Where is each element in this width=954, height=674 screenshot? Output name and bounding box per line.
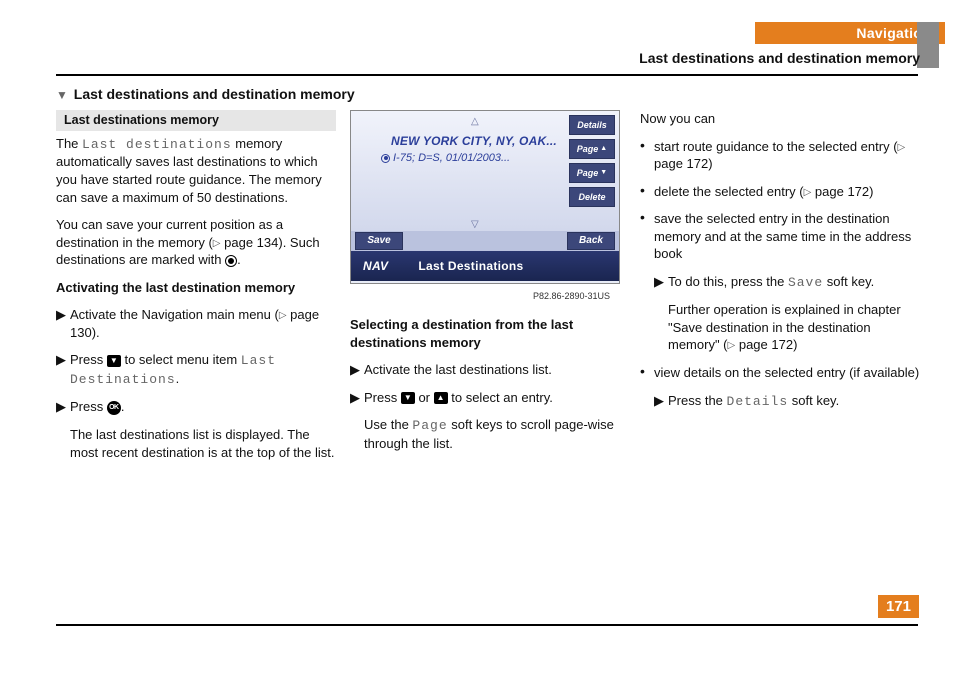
step-bullet-icon: ▶ <box>654 392 668 411</box>
page-ref-icon: ▷ <box>213 238 221 249</box>
section-title-text: Last destinations and destination memory <box>74 86 355 102</box>
figure-list-entry: I-75; D=S, 01/01/2003... <box>381 151 510 166</box>
step: ▶ Press OK. <box>56 398 336 416</box>
footer-rule <box>56 624 918 626</box>
figure-list-entry: NEW YORK CITY, NY, OAK... <box>391 133 557 149</box>
step: ▶ Press ▼ or ▲ to select an entry. <box>350 389 630 407</box>
bullet-icon: • <box>640 183 654 201</box>
step-bullet-icon: ▶ <box>56 351 70 388</box>
softkey-column: Details Page▲ Page▼ Delete <box>569 115 615 207</box>
step: ▶ Activate the last destinations list. <box>350 361 630 379</box>
bullet-icon: • <box>640 138 654 173</box>
column-3: Now you can • start route guidance to th… <box>640 110 920 420</box>
triangle-down-icon: ▼ <box>600 168 607 177</box>
paragraph: You can save your current position as a … <box>56 216 336 269</box>
page-ref-icon: ▷ <box>728 340 736 351</box>
softkey-details: Details <box>569 115 615 135</box>
softkey-back: Back <box>567 232 615 250</box>
bullet-icon: • <box>640 210 654 263</box>
bullet: • save the selected entry in the destina… <box>640 210 920 263</box>
mono-text: Last destinations <box>82 137 232 152</box>
header-subtitle: Last destinations and destination memory <box>340 50 920 66</box>
page-ref-icon: ▷ <box>804 187 812 198</box>
key-up-icon: ▲ <box>434 392 448 404</box>
bullet: • start route guidance to the selected e… <box>640 138 920 173</box>
softkey-page-down: Page▼ <box>569 163 615 183</box>
section-title: ▼ Last destinations and destination memo… <box>56 86 426 102</box>
scroll-up-icon: △ <box>471 115 479 129</box>
ok-button-icon: OK <box>107 401 121 415</box>
bullet-icon: • <box>640 364 654 382</box>
softkey-save: Save <box>355 232 403 250</box>
sub-step: ▶ To do this, press the Save soft key. <box>654 273 920 292</box>
subhead-last-destinations-memory: Last destinations memory <box>56 110 336 131</box>
bullet: • delete the selected entry (▷ page 172) <box>640 183 920 201</box>
triangle-up-icon: ▲ <box>600 144 607 153</box>
column-1: Last destinations memory The Last destin… <box>56 110 336 471</box>
step-bullet-icon: ▶ <box>56 398 70 416</box>
paragraph: Further operation is explained in chapte… <box>668 301 920 354</box>
header-rule <box>56 74 918 76</box>
header-side-tab <box>917 22 939 68</box>
paragraph: The last destinations list is displayed.… <box>70 426 336 461</box>
step-bullet-icon: ▶ <box>350 361 364 379</box>
step-bullet-icon: ▶ <box>350 389 364 407</box>
figure-softkey-row: Save Back <box>351 231 619 251</box>
step: ▶ Press ▼ to select menu item Last Desti… <box>56 351 336 388</box>
screen-title: Last Destinations <box>418 258 523 274</box>
mode-label: NAV <box>363 258 388 274</box>
figure-caption: P82.86-2890-31US <box>350 290 630 302</box>
marker-icon <box>225 255 237 267</box>
sub-step: ▶ Press the Details soft key. <box>654 392 920 411</box>
marker-icon <box>381 154 390 163</box>
softkey-page-up: Page▲ <box>569 139 615 159</box>
step-bullet-icon: ▶ <box>654 273 668 292</box>
paragraph: The Last destinations memory automatical… <box>56 135 336 206</box>
step: ▶ Activate the Navigation main menu (▷ p… <box>56 306 336 341</box>
figure-screen-area: △ NEW YORK CITY, NY, OAK... I-75; D=S, 0… <box>351 111 619 231</box>
page-number: 171 <box>878 595 919 618</box>
step-bullet-icon: ▶ <box>56 306 70 341</box>
subheading: Selecting a destination from the last de… <box>350 316 630 351</box>
mono-text: Details <box>727 394 789 409</box>
subheading: Activating the last destination memory <box>56 279 336 297</box>
mono-text: Page <box>412 418 447 433</box>
figure-status-bar: NAV Last Destinations <box>351 251 619 281</box>
paragraph: Use the Page soft keys to scroll page-wi… <box>364 416 630 452</box>
screenshot-figure: △ NEW YORK CITY, NY, OAK... I-75; D=S, 0… <box>350 110 620 284</box>
mono-text: Save <box>788 275 823 290</box>
page-ref-icon: ▷ <box>279 310 287 321</box>
softkey-delete: Delete <box>569 187 615 207</box>
triangle-down-icon: ▼ <box>56 88 68 102</box>
page-ref-icon: ▷ <box>898 142 906 153</box>
scroll-down-icon: ▽ <box>471 218 479 232</box>
paragraph: Now you can <box>640 110 920 128</box>
column-2: △ NEW YORK CITY, NY, OAK... I-75; D=S, 0… <box>350 110 630 462</box>
key-down-icon: ▼ <box>107 355 121 367</box>
bullet: • view details on the selected entry (if… <box>640 364 920 382</box>
key-down-icon: ▼ <box>401 392 415 404</box>
